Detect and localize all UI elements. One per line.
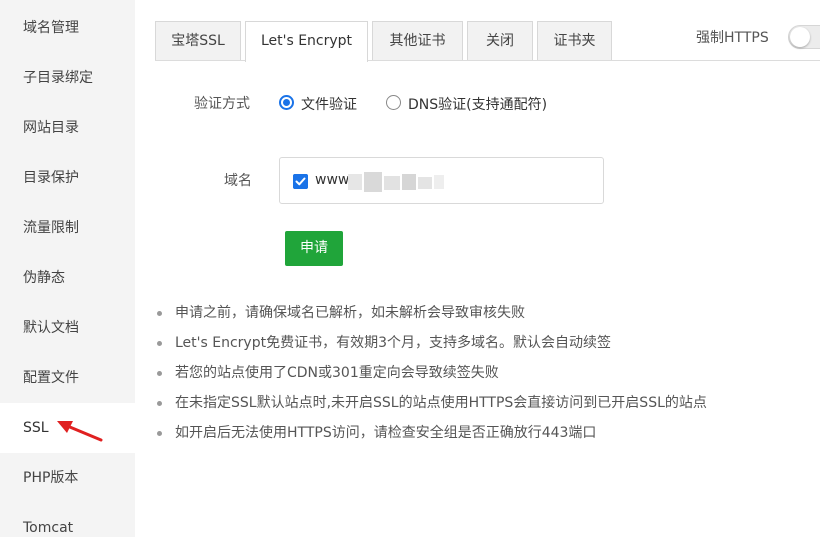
sidebar-item-subdirectory-binding[interactable]: 子目录绑定 [0,53,135,103]
tip-item: Let's Encrypt免费证书，有效期3个月，支持多域名。默认会自动续签 [155,330,707,360]
file-verify-radio[interactable] [279,95,294,110]
sidebar-item-traffic-limit[interactable]: 流量限制 [0,203,135,253]
redaction-blur [348,172,444,192]
tab-other-certificate[interactable]: 其他证书 [372,21,463,60]
tab-baota-ssl[interactable]: 宝塔SSL [155,21,241,60]
sidebar-item-php-version[interactable]: PHP版本 [0,453,135,503]
file-verify-label[interactable]: 文件验证 [301,94,357,114]
sidebar-item-config-file[interactable]: 配置文件 [0,353,135,403]
dns-verify-label[interactable]: DNS验证(支持通配符) [408,94,547,114]
sidebar-item-default-document[interactable]: 默认文档 [0,303,135,353]
tip-item: 若您的站点使用了CDN或301重定向会导致续签失败 [155,360,707,390]
tip-item: 申请之前，请确保域名已解析，如未解析会导致审核失败 [155,300,707,330]
sidebar-item-tomcat[interactable]: Tomcat [0,503,135,553]
domain-label: 域名 [224,173,252,189]
tip-item: 如开启后无法使用HTTPS访问，请检查安全组是否正确放行443端口 [155,420,707,450]
sidebar-item-rewrite[interactable]: 伪静态 [0,253,135,303]
domain-checkbox[interactable] [293,174,308,189]
verify-method-label: 验证方式 [194,96,250,112]
domain-list-box: www [279,157,604,204]
sidebar-item-domain-management[interactable]: 域名管理 [0,3,135,53]
tab-close[interactable]: 关闭 [467,21,533,60]
annotation-arrow-icon [57,421,103,442]
sidebar-item-site-directory[interactable]: 网站目录 [0,103,135,153]
force-https-toggle[interactable] [788,25,820,49]
tab-lets-encrypt[interactable]: Let's Encrypt [245,21,368,62]
dns-verify-radio[interactable] [386,95,401,110]
tips-list: 申请之前，请确保域名已解析，如未解析会导致审核失败 Let's Encrypt免… [155,300,707,450]
sidebar: 域名管理 子目录绑定 网站目录 目录保护 流量限制 伪静态 默认文档 配置文件 … [0,0,135,537]
sidebar-item-directory-protection[interactable]: 目录保护 [0,153,135,203]
toggle-knob [790,27,810,47]
tab-certificate-folder[interactable]: 证书夹 [537,21,612,60]
force-https-label: 强制HTTPS [696,30,769,46]
tip-item: 在未指定SSL默认站点时,未开启SSL的站点使用HTTPS会直接访问到已开启SS… [155,390,707,420]
apply-button[interactable]: 申请 [285,231,343,266]
